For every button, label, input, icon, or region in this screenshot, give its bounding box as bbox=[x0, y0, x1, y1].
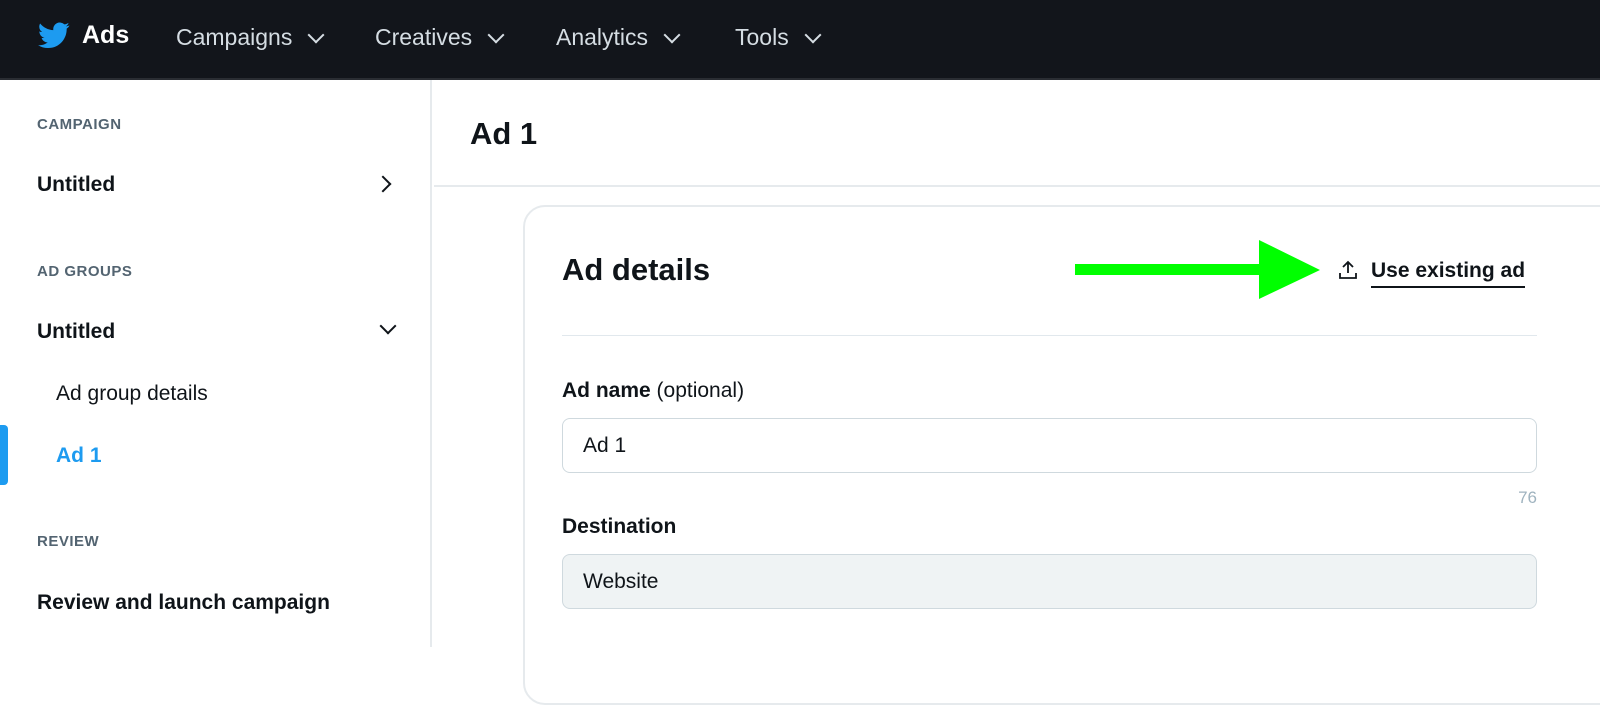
sidebar-item-ad-group[interactable]: Untitled bbox=[37, 317, 397, 344]
sidebar: CAMPAIGN Untitled AD GROUPS Untitled Ad … bbox=[0, 80, 432, 647]
sidebar-item-ad-1[interactable]: Ad 1 bbox=[56, 444, 102, 468]
optional-text: (optional) bbox=[656, 379, 745, 402]
annotation-arrow bbox=[1075, 240, 1320, 299]
twitter-bird-icon[interactable] bbox=[38, 22, 70, 49]
chevron-down-icon bbox=[487, 26, 505, 43]
sidebar-item-review-launch[interactable]: Review and launch campaign bbox=[37, 591, 330, 615]
chevron-down-icon bbox=[307, 26, 325, 43]
card-title: Ad details bbox=[562, 252, 711, 287]
top-nav-bar: Ads Campaigns Creatives Analytics Tools bbox=[0, 0, 1600, 80]
character-count: 76 bbox=[1518, 488, 1537, 507]
chevron-down-icon bbox=[804, 26, 822, 43]
brand-ads[interactable]: Ads bbox=[82, 21, 129, 50]
page-title: Ad 1 bbox=[470, 116, 538, 151]
use-existing-ad-link[interactable]: Use existing ad bbox=[1371, 259, 1526, 288]
ad-name-input[interactable]: Ad 1 bbox=[562, 418, 1537, 473]
sidebar-item-campaign[interactable]: Untitled bbox=[37, 173, 397, 197]
sidebar-item-ad-group-details[interactable]: Ad group details bbox=[56, 382, 208, 406]
menu-label: Analytics bbox=[556, 24, 649, 50]
section-campaign: CAMPAIGN bbox=[37, 116, 122, 133]
menu-analytics[interactable]: Analytics bbox=[556, 24, 681, 51]
upload-icon[interactable] bbox=[1337, 259, 1359, 281]
main-header: Ad 1 bbox=[434, 80, 1600, 187]
campaign-name: Untitled bbox=[37, 173, 116, 196]
chevron-down-icon bbox=[663, 26, 681, 43]
active-indicator bbox=[0, 425, 8, 485]
destination-select[interactable]: Website bbox=[562, 554, 1537, 609]
chevron-down-icon bbox=[379, 317, 397, 335]
divider bbox=[562, 335, 1537, 336]
menu-label: Tools bbox=[735, 24, 789, 50]
menu-creatives[interactable]: Creatives bbox=[375, 24, 505, 51]
menu-label: Campaigns bbox=[176, 24, 293, 50]
menu-campaigns[interactable]: Campaigns bbox=[176, 24, 325, 51]
menu-tools[interactable]: Tools bbox=[735, 24, 822, 51]
section-ad-groups: AD GROUPS bbox=[37, 263, 133, 280]
menu-label: Creatives bbox=[375, 24, 473, 50]
label-text: Ad name bbox=[562, 379, 651, 402]
section-review: REVIEW bbox=[37, 533, 100, 550]
destination-label: Destination bbox=[562, 515, 677, 538]
ad-group-name: Untitled bbox=[37, 320, 116, 343]
ad-name-label: Ad name (optional) bbox=[562, 379, 744, 403]
chevron-right-icon bbox=[374, 175, 392, 193]
